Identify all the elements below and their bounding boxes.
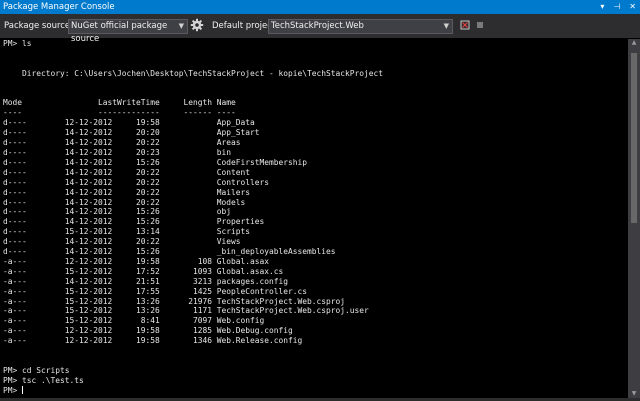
default-project-value: TechStackProject.Web	[271, 21, 364, 31]
console-line: d---- 14-12-2012 20:23 bin	[3, 147, 232, 157]
console-line: d---- 14-12-2012 15:26 obj	[3, 207, 232, 217]
console-line: Mode LastWriteTime Length Name	[3, 98, 236, 108]
console-line: d---- 14-12-2012 20:22 Mailers	[3, 187, 251, 197]
chevron-down-icon: ▼	[443, 22, 449, 30]
gear-icon[interactable]	[190, 18, 204, 32]
close-icon[interactable]: ✕	[629, 0, 636, 14]
console-line: d---- 14-12-2012 20:22 Content	[3, 167, 251, 177]
scroll-up-icon[interactable]: ▲	[628, 39, 640, 47]
console-line: ---- ------------- ------ ----	[3, 108, 236, 118]
window-controls: ▾ ⊣ ✕	[600, 0, 636, 14]
console-line: -a--- 12-12-2012 19:58 1346 Web.Release.…	[3, 336, 303, 346]
console-line: -a--- 15-12-2012 17:55 1425 PeopleContro…	[3, 286, 308, 296]
console-line: d---- 14-12-2012 20:22 Controllers	[3, 177, 270, 187]
console-line: d---- 14-12-2012 20:20 App_Start	[3, 128, 260, 138]
console-line: d---- 15-12-2012 13:14 Scripts	[3, 227, 251, 237]
console-line: -a--- 15-12-2012 17:52 1093 Global.asax.…	[3, 266, 284, 276]
console-line: d---- 14-12-2012 20:22 Models	[3, 197, 246, 207]
console-line: PM>	[3, 385, 24, 395]
console-line: PM> ls	[3, 39, 32, 48]
stop-icon	[477, 22, 483, 28]
clear-console-button[interactable]	[459, 19, 471, 31]
scroll-down-icon[interactable]: ▼	[628, 390, 640, 398]
console-line: d---- 14-12-2012 15:26 CodeFirstMembersh…	[3, 157, 308, 167]
default-project-dropdown[interactable]: TechStackProject.Web ▼	[268, 19, 453, 34]
console-line: d---- 14-12-2012 20:22 Views	[3, 237, 241, 247]
window-title: Package Manager Console	[3, 2, 115, 12]
package-source-label: Package source:	[4, 21, 74, 31]
console-text: PM> ls Directory: C:\Users\Jochen\Deskto…	[0, 39, 628, 396]
console-toolbar: Package source: NuGet official package s…	[0, 14, 640, 44]
stop-button[interactable]	[474, 19, 486, 31]
console-line: PM> cd Scripts	[3, 365, 70, 375]
console-line: d---- 12-12-2012 19:58 App_Data	[3, 118, 255, 128]
console-line: d---- 14-12-2012 20:22 Areas	[3, 138, 241, 148]
vertical-scrollbar[interactable]: ▲ ▼	[628, 39, 640, 398]
console-line: d---- 14-12-2012 15:26 Properties	[3, 217, 265, 227]
console-line: -a--- 15-12-2012 13:26 1171 TechStackPro…	[3, 306, 369, 316]
console-line: -a--- 12-12-2012 19:58 1285 Web.Debug.co…	[3, 326, 293, 336]
console-output[interactable]: PM> ls Directory: C:\Users\Jochen\Deskto…	[0, 39, 628, 398]
console-line: -a--- 12-12-2012 19:58 108 Global.asax	[3, 256, 270, 266]
title-bar: Package Manager Console ▾ ⊣ ✕	[0, 0, 640, 14]
console-line: -a--- 15-12-2012 8:41 7097 Web.config	[3, 316, 265, 326]
scroll-thumb[interactable]	[631, 53, 637, 223]
text-cursor	[22, 385, 24, 394]
console-line: -a--- 14-12-2012 21:51 3213 packages.con…	[3, 276, 289, 286]
clear-console-icon	[460, 20, 470, 30]
chevron-down-icon: ▼	[178, 22, 184, 30]
console-line: -a--- 15-12-2012 13:26 21976 TechStackPr…	[3, 296, 346, 306]
window-menu-icon[interactable]: ▾	[600, 0, 604, 14]
pin-icon[interactable]: ⊣	[613, 0, 620, 14]
console-line: d---- 14-12-2012 15:26 _bin_deployableAs…	[3, 247, 336, 257]
console-line: Directory: C:\Users\Jochen\Desktop\TechS…	[3, 68, 384, 78]
console-line: PM> tsc .\Test.ts	[3, 375, 84, 385]
package-source-dropdown[interactable]: NuGet official package source ▼	[68, 19, 188, 44]
